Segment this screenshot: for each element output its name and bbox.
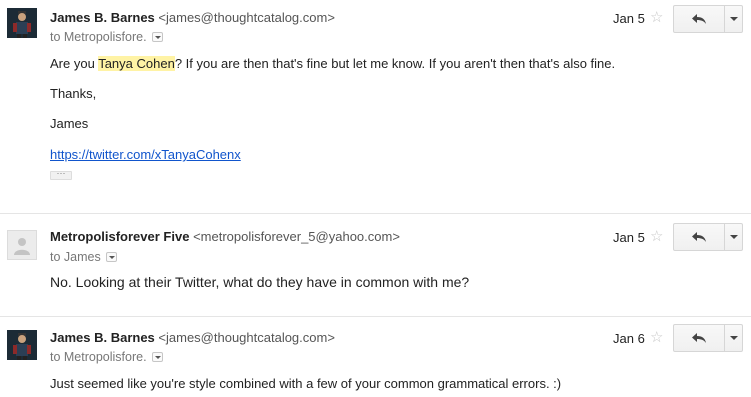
reply-icon <box>692 14 706 24</box>
show-details-button[interactable] <box>151 352 163 362</box>
message-body-line: Thanks, <box>50 86 97 101</box>
message-divider <box>0 213 751 214</box>
message-body-line: No. Looking at their Twitter, what do th… <box>50 274 470 290</box>
avatar <box>7 230 37 260</box>
reply-icon <box>692 232 706 242</box>
message-date[interactable]: Jan 5 <box>613 230 645 245</box>
sender-email: <james@thoughtcatalog.com> <box>158 10 335 25</box>
recipient-line: to Metropolisfore. <box>50 30 163 44</box>
more-button[interactable] <box>724 6 743 32</box>
show-trimmed-content-button[interactable]: ··· <box>50 169 72 180</box>
avatar <box>7 330 37 360</box>
sender-email: <metropolisforever_5@yahoo.com> <box>193 229 400 244</box>
message-body-line: Just seemed like you're style combined w… <box>50 376 562 391</box>
star-icon[interactable]: ☆ <box>650 10 663 25</box>
sender-name[interactable]: Metropolisforever Five <box>50 229 189 244</box>
sender-name[interactable]: James B. Barnes <box>50 10 155 25</box>
reply-button-group <box>673 5 743 33</box>
sender-email: <james@thoughtcatalog.com> <box>158 330 335 345</box>
twitter-link[interactable]: https://twitter.com/xTanyaCohenx <box>50 147 241 162</box>
reply-button[interactable] <box>674 6 724 32</box>
recipient-line: to Metropolisfore. <box>50 350 163 364</box>
message-date[interactable]: Jan 5 <box>613 11 645 26</box>
recipient-line: to James <box>50 250 117 264</box>
sender-name[interactable]: James B. Barnes <box>50 330 155 345</box>
reply-button[interactable] <box>674 325 724 351</box>
body-text: ? If you are then that's fine but let me… <box>174 56 616 71</box>
reply-icon <box>692 333 706 343</box>
sender: Metropolisforever Five <metropolisforeve… <box>50 229 400 244</box>
sender: James B. Barnes <james@thoughtcatalog.co… <box>50 10 335 25</box>
message-body-line: James <box>50 116 89 131</box>
sender: James B. Barnes <james@thoughtcatalog.co… <box>50 330 335 345</box>
recipient-text: to Metropolisfore. <box>50 30 147 44</box>
avatar <box>7 8 37 38</box>
message-body-line: Are you Tanya Cohen? If you are then tha… <box>50 56 615 71</box>
more-button[interactable] <box>724 224 743 250</box>
show-details-button[interactable] <box>151 32 163 42</box>
reply-button[interactable] <box>674 224 724 250</box>
reply-button-group <box>673 223 743 251</box>
star-icon[interactable]: ☆ <box>650 229 663 244</box>
recipient-text: to James <box>50 250 101 264</box>
message-body-line: https://twitter.com/xTanyaCohenx <box>50 147 241 162</box>
show-details-button[interactable] <box>105 252 117 262</box>
message-divider <box>0 316 751 317</box>
recipient-text: to Metropolisfore. <box>50 350 147 364</box>
message-date[interactable]: Jan 6 <box>613 331 645 346</box>
star-icon[interactable]: ☆ <box>650 330 663 345</box>
body-text: Are you <box>50 56 99 71</box>
reply-button-group <box>673 324 743 352</box>
highlighted-name: Tanya Cohen <box>98 56 175 71</box>
more-button[interactable] <box>724 325 743 351</box>
